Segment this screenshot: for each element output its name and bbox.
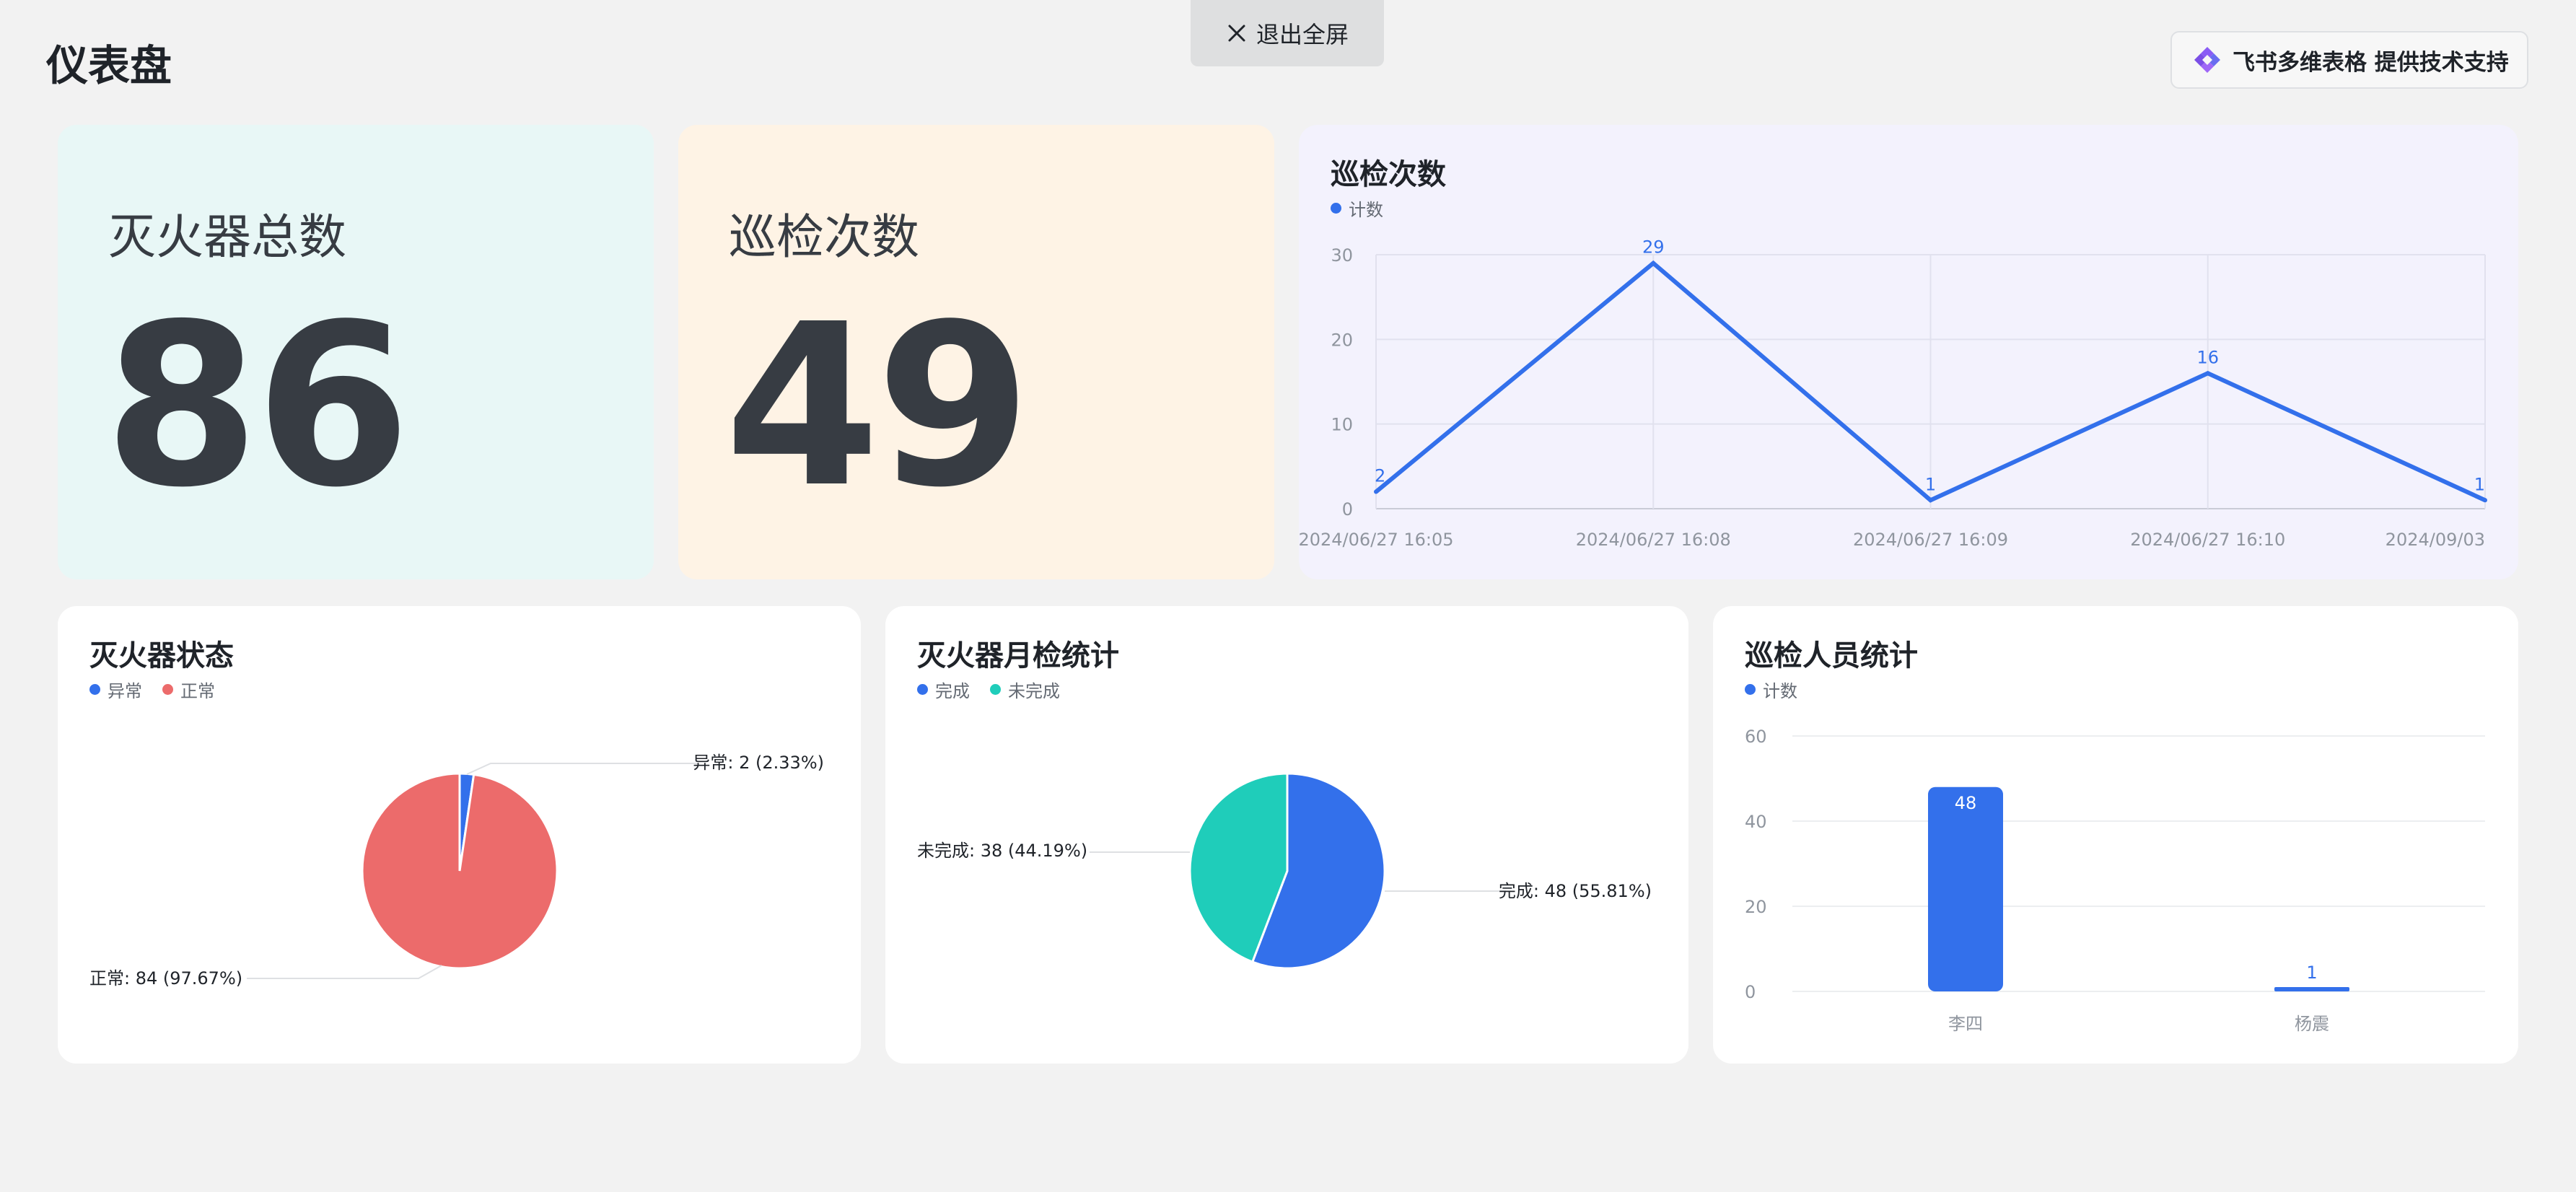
data-point — [1928, 498, 1933, 503]
x-tick-label: 2024/06/27 16:09 — [1853, 530, 2008, 550]
bar — [2274, 987, 2349, 991]
slice-label: 完成: 48 (55.81%) — [1499, 881, 1652, 901]
x-tick-label: 2024/06/27 16:05 — [1299, 530, 1454, 550]
x-tick-label: 李四 — [1948, 1014, 1983, 1034]
status-pie-card: 灭火器状态 异常 正常 异常: 2 (2.33%) 正常: 84 (97.67%) — [58, 606, 861, 1064]
x-tick-label: 2024/06/27 16:08 — [1576, 530, 1731, 550]
y-tick-label: 10 — [1331, 415, 1353, 435]
exit-fullscreen-button[interactable]: 退出全屏 — [1191, 0, 1384, 66]
bar — [1928, 786, 2003, 991]
data-point — [1374, 489, 1378, 494]
metric-value: 86 — [104, 276, 411, 537]
metric-card-inspection-count: 巡检次数 49 — [678, 125, 1274, 579]
data-point — [1651, 260, 1656, 266]
slice-label: 未完成: 38 (44.19%) — [917, 841, 1087, 861]
slice-label: 异常: 2 (2.33%) — [693, 753, 824, 773]
y-tick-label: 0 — [1342, 499, 1353, 520]
y-tick-label: 20 — [1331, 330, 1353, 350]
metric-label: 灭火器总数 — [108, 209, 346, 265]
metric-card-extinguisher-total: 灭火器总数 86 — [58, 125, 654, 579]
data-label: 29 — [1642, 237, 1665, 258]
leader-line — [247, 965, 442, 979]
bar-chart: 0 20 40 60 48 李四 1 杨震 — [1745, 727, 2485, 1034]
pie-slice — [361, 772, 558, 970]
y-tick-label: 20 — [1745, 897, 1767, 917]
brand-badge[interactable]: 飞书多维表格 提供技术支持 — [2170, 31, 2528, 89]
bar-chart-card: 巡检人员统计 计数 0 20 40 60 48 李四 1 杨震 — [1713, 606, 2518, 1064]
data-point — [2205, 371, 2210, 376]
page-title: 仪表盘 — [46, 41, 172, 90]
data-point — [2483, 498, 2487, 503]
metric-value: 49 — [724, 276, 1031, 537]
x-tick-label: 2024/09/03 — [2386, 530, 2485, 550]
metric-label: 巡检次数 — [729, 209, 919, 265]
y-tick-label: 40 — [1745, 812, 1767, 832]
bar-value-label: 1 — [2306, 963, 2317, 983]
y-tick-label: 30 — [1331, 245, 1353, 266]
data-label: 16 — [2196, 347, 2219, 367]
leader-line — [466, 763, 698, 775]
bar-value-label: 48 — [1955, 793, 1977, 813]
monthly-pie-card: 灭火器月检统计 完成 未完成 完成: 48 (55.81%) 未完成: 38 (4… — [885, 606, 1688, 1064]
data-label: 2 — [1375, 466, 1385, 486]
exit-fullscreen-label: 退出全屏 — [1256, 21, 1349, 48]
x-tick-label: 杨震 — [2295, 1014, 2329, 1034]
brand-label: 飞书多维表格 提供技术支持 — [2233, 49, 2509, 76]
x-tick-label: 2024/06/27 16:10 — [2130, 530, 2285, 550]
data-label: 1 — [1925, 474, 1936, 494]
line-chart: 0 10 20 30 2024/06/27 16:05 2024/06/27 16:08 2… — [1299, 237, 2487, 550]
status-pie-chart: 异常: 2 (2.33%) 正常: 84 (97.67%) — [89, 753, 824, 989]
line-chart-card: 巡检次数 计数 0 10 20 30 2024/06/27 16:05 2024/06/2… — [1299, 125, 2518, 579]
monthly-pie-chart: 完成: 48 (55.81%) 未完成: 38 (44.19%) — [917, 772, 1652, 970]
slice-label: 正常: 84 (97.67%) — [89, 968, 242, 989]
y-tick-label: 60 — [1745, 727, 1767, 747]
y-tick-label: 0 — [1745, 982, 1756, 1002]
feishu-bitable-logo-icon — [2194, 47, 2220, 73]
close-icon — [1228, 25, 1245, 42]
data-label: 1 — [2474, 474, 2485, 494]
